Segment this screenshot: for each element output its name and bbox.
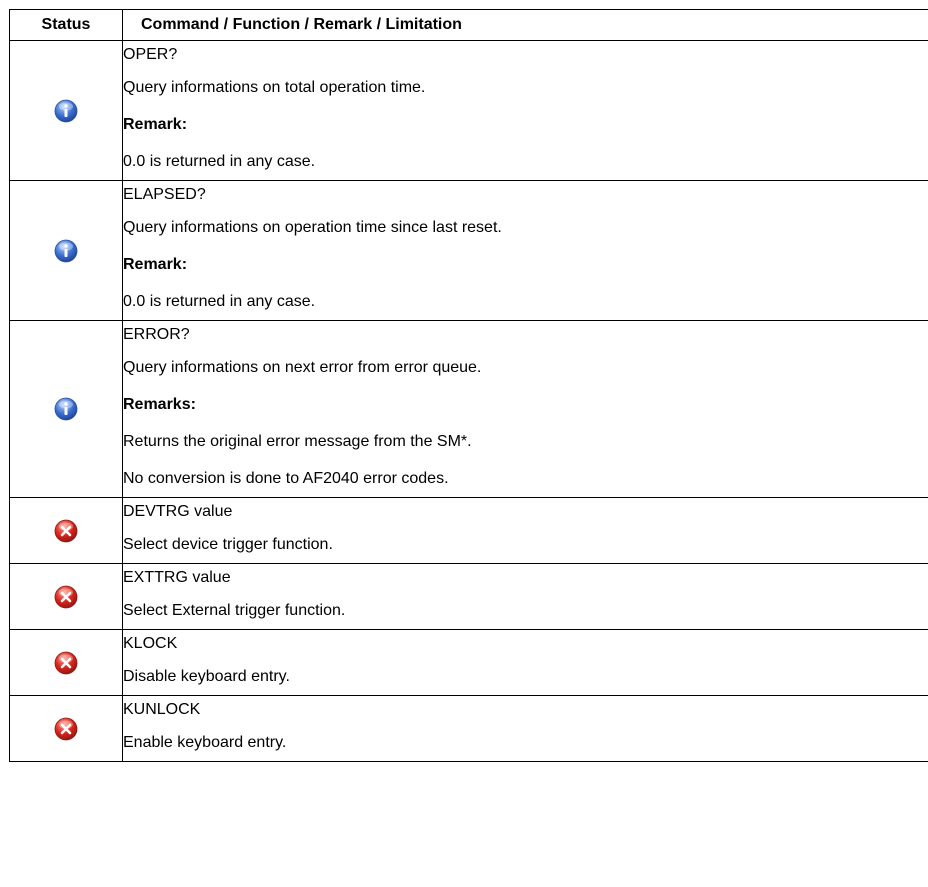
command-cell: DEVTRG value Select device trigger functi… [122,497,928,564]
table-row: KUNLOCK Enable keyboard entry. [9,695,928,762]
status-cell [9,563,123,630]
status-cell [9,695,123,762]
command-cell: ERROR? Query informations on next error f… [122,320,928,498]
description-line: Select device trigger function. [123,536,333,553]
description-line: Query informations on total operation ti… [123,79,426,96]
status-cell [9,629,123,696]
command-cell: ELAPSED? Query informations on operation … [122,180,928,321]
description-line: 0.0 is returned in any case. [123,153,316,170]
description-line: Disable keyboard entry. [123,668,290,685]
status-cell [9,180,123,321]
command-cell: KUNLOCK Enable keyboard entry. [122,695,928,762]
command-cell: OPER? Query informations on total operati… [122,40,928,181]
description-line: Select External trigger function. [123,602,346,619]
command-name: ERROR? [123,326,190,343]
remark-heading: Remarks: [123,396,196,413]
table-body: OPER? Query informations on total operati… [9,40,928,762]
table-row: ERROR? Query informations on next error f… [9,320,928,498]
description-line: Query informations on next error from er… [123,359,482,376]
description-line: No conversion is done to AF2040 error co… [123,470,449,487]
table-row: KLOCK Disable keyboard entry. [9,629,928,696]
command-name: DEVTRG value [123,503,233,520]
status-cell [9,320,123,498]
command-name: ELAPSED? [123,186,206,203]
table-row: DEVTRG value Select device trigger functi… [9,497,928,564]
command-cell: KLOCK Disable keyboard entry. [122,629,928,696]
table-row: EXTTRG value Select External trigger func… [9,563,928,630]
table-row: OPER? Query informations on total operati… [9,40,928,181]
info-icon [54,397,78,421]
command-name: KLOCK [123,635,178,652]
remark-heading: Remark: [123,256,188,273]
table-row: ELAPSED? Query informations on operation … [9,180,928,321]
status-cell [9,497,123,564]
table-header-row: Status Command / Function / Remark / Lim… [9,9,928,41]
info-icon [54,239,78,263]
description-line: Enable keyboard entry. [123,734,287,751]
error-icon [54,717,78,741]
description-line: Returns the original error message from … [123,433,472,450]
command-column-header: Command / Function / Remark / Limitation [122,9,928,41]
description-line: Query informations on operation time sin… [123,219,502,236]
command-name: EXTTRG value [123,569,231,586]
status-column-header: Status [9,9,123,41]
command-name: KUNLOCK [123,701,201,718]
command-status-table: Status Command / Function / Remark / Lim… [9,9,928,762]
error-icon [54,519,78,543]
command-cell: EXTTRG value Select External trigger func… [122,563,928,630]
command-name: OPER? [123,46,178,63]
info-icon [54,99,78,123]
error-icon [54,585,78,609]
status-cell [9,40,123,181]
remark-heading: Remark: [123,116,188,133]
error-icon [54,651,78,675]
description-line: 0.0 is returned in any case. [123,293,316,310]
